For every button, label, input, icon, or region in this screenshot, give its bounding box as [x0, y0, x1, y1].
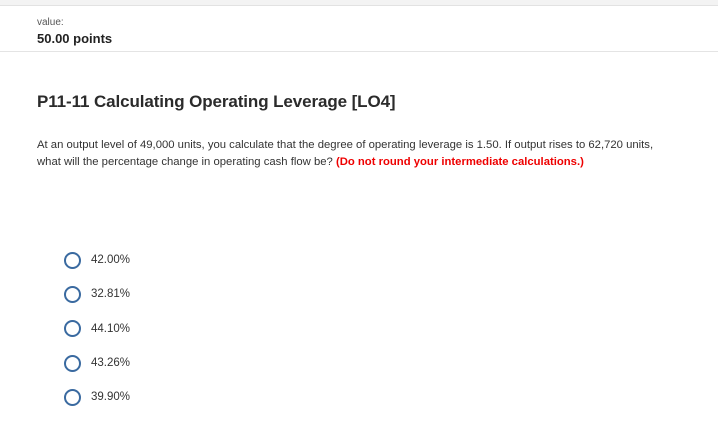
problem-title: P11-11 Calculating Operating Leverage [L…: [37, 92, 396, 111]
value-label: value:: [37, 17, 64, 28]
radio-button[interactable]: [64, 251, 81, 269]
radio-button[interactable]: [64, 285, 81, 303]
option-label: 32.81%: [91, 288, 131, 301]
answer-option[interactable]: 43.26%: [64, 346, 130, 380]
radio-button[interactable]: [64, 320, 81, 338]
divider: [0, 51, 718, 52]
option-label: 44.10%: [91, 322, 131, 335]
radio-button[interactable]: [64, 388, 81, 406]
option-label: 43.26%: [91, 357, 131, 370]
answer-option[interactable]: 42.00%: [64, 243, 130, 277]
answer-option[interactable]: 39.90%: [64, 380, 130, 414]
answer-option[interactable]: 44.10%: [64, 312, 130, 346]
points-value: 50.00 points: [37, 31, 113, 46]
answer-options: 42.00% 32.81% 44.10% 43.26% 39.90%: [64, 243, 130, 414]
radio-button[interactable]: [64, 354, 81, 372]
rounding-note: (Do not round your intermediate calculat…: [335, 155, 584, 168]
option-label: 39.90%: [91, 391, 131, 404]
question-text: At an output level of 49,000 units, you …: [37, 137, 657, 170]
top-bar: [0, 0, 718, 6]
option-label: 42.00%: [91, 254, 131, 267]
answer-option[interactable]: 32.81%: [64, 277, 130, 311]
